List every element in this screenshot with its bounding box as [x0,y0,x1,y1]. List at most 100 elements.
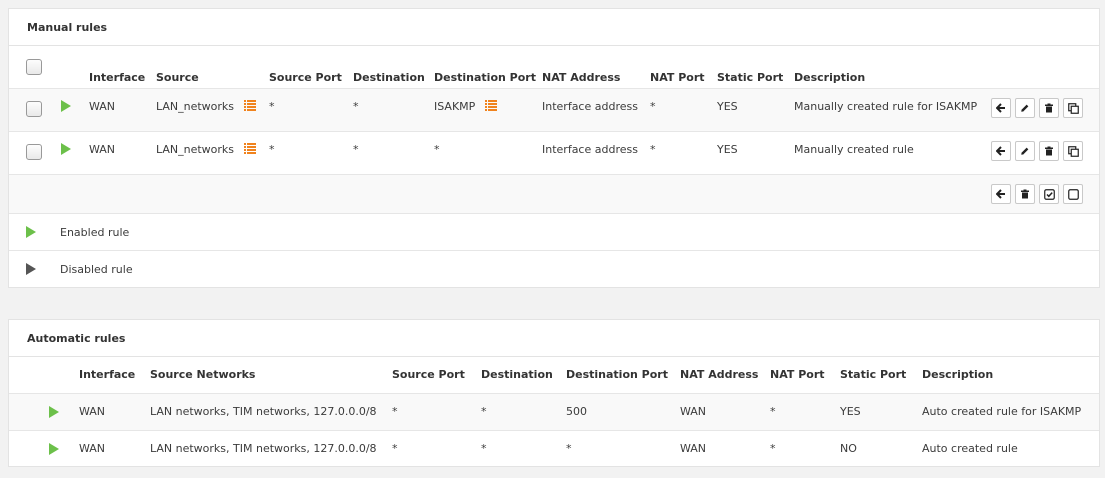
cell-destination-port: * [434,143,440,156]
arrow-left-icon [996,103,1005,113]
cell-destination-port-text: ISAKMP [434,100,476,113]
col-static-port: Static Port [840,368,907,381]
trash-icon [1045,103,1053,113]
cell-interface: WAN [89,100,116,113]
list-icon[interactable] [484,100,497,111]
clone-button[interactable] [1063,98,1083,118]
cell-interface: WAN [89,143,116,156]
legend-enabled-label: Enabled rule [60,226,130,239]
play-icon [26,226,36,238]
cell-source-networks: LAN networks, TIM networks, 127.0.0.0/8 [150,405,377,418]
select-all-checkbox[interactable] [26,59,42,75]
cell-destination: * [353,100,359,113]
cell-nat-port: * [650,143,656,156]
automatic-rules-title: Automatic rules [9,320,1099,357]
cell-destination: * [481,442,487,455]
automatic-header-row: Interface Source Networks Source Port De… [9,357,1099,394]
cell-static-port: NO [840,442,857,455]
cell-source-port: * [269,100,275,113]
col-source-port: Source Port [392,368,465,381]
delete-button[interactable] [1039,98,1059,118]
cell-destination: * [353,143,359,156]
list-icon[interactable] [243,143,256,154]
cell-description: Manually created rule [794,143,914,156]
move-button[interactable] [991,141,1011,161]
col-static-port: Static Port [717,71,784,84]
trash-icon [1021,189,1029,199]
legend-enabled-row: Enabled rule [9,214,1099,251]
cell-destination-port: * [566,442,572,455]
table-row: WAN LAN_networks * * ISAKMP Interface ad… [9,89,1099,132]
play-icon [49,443,59,455]
cell-nat-address: WAN [680,442,707,455]
disable-selected-button[interactable] [1063,184,1083,204]
col-interface: Interface [89,71,146,84]
cell-source-text: LAN_networks [156,143,235,156]
manual-header-row: Interface Source Source Port Destination… [9,46,1099,89]
trash-icon [1045,146,1053,156]
move-selected-button[interactable] [991,184,1011,204]
col-description: Description [794,71,866,84]
table-row: WAN LAN networks, TIM networks, 127.0.0.… [9,394,1099,431]
play-disabled-icon [26,263,36,275]
col-destination: Destination [481,368,553,381]
col-source: Source [156,71,199,84]
cell-source-port: * [392,405,398,418]
arrow-left-icon [996,146,1005,156]
cell-nat-address: Interface address [542,100,638,113]
col-nat-address: NAT Address [680,368,759,381]
manual-rules-title: Manual rules [9,9,1099,46]
play-icon[interactable] [61,100,71,112]
legend-disabled-row: Disabled rule [9,251,1099,288]
col-source-port: Source Port [269,71,342,84]
row-checkbox[interactable] [26,101,42,117]
col-nat-port: NAT Port [770,368,825,381]
cell-nat-address: WAN [680,405,707,418]
check-square-icon [1043,188,1055,200]
delete-selected-button[interactable] [1015,184,1035,204]
cell-source: LAN_networks [156,100,256,113]
edit-button[interactable] [1015,98,1035,118]
cell-static-port: YES [717,100,738,113]
cell-source: LAN_networks [156,143,256,156]
cell-static-port: YES [840,405,861,418]
cell-description: Auto created rule [922,442,1018,455]
cell-static-port: YES [717,143,738,156]
pencil-icon [1021,104,1029,112]
col-nat-port: NAT Port [650,71,705,84]
enable-selected-button[interactable] [1039,184,1059,204]
cell-interface: WAN [79,405,106,418]
cell-description: Manually created rule for ISAKMP [794,100,978,113]
edit-button[interactable] [1015,141,1035,161]
clone-icon [1067,145,1079,157]
col-destination-port: Destination Port [566,368,668,381]
move-button[interactable] [991,98,1011,118]
table-row: WAN LAN networks, TIM networks, 127.0.0.… [9,431,1099,468]
cell-source-port: * [269,143,275,156]
list-icon[interactable] [243,100,256,111]
play-icon [49,406,59,418]
table-row: WAN LAN_networks * * * Interface address… [9,132,1099,175]
col-description: Description [922,368,994,381]
delete-button[interactable] [1039,141,1059,161]
cell-nat-port: * [770,405,776,418]
col-source-networks: Source Networks [150,368,256,381]
square-icon [1067,188,1079,200]
clone-button[interactable] [1063,141,1083,161]
arrow-left-icon [996,189,1005,199]
cell-nat-port: * [650,100,656,113]
cell-destination: * [481,405,487,418]
row-checkbox[interactable] [26,144,42,160]
legend-disabled-label: Disabled rule [60,263,133,276]
cell-source-networks: LAN networks, TIM networks, 127.0.0.0/8 [150,442,377,455]
col-destination: Destination [353,71,425,84]
cell-description: Auto created rule for ISAKMP [922,405,1082,418]
play-icon[interactable] [61,143,71,155]
clone-icon [1067,102,1079,114]
cell-nat-address: Interface address [542,143,638,156]
cell-nat-port: * [770,442,776,455]
cell-source-port: * [392,442,398,455]
col-interface: Interface [79,368,136,381]
pencil-icon [1021,147,1029,155]
cell-interface: WAN [79,442,106,455]
